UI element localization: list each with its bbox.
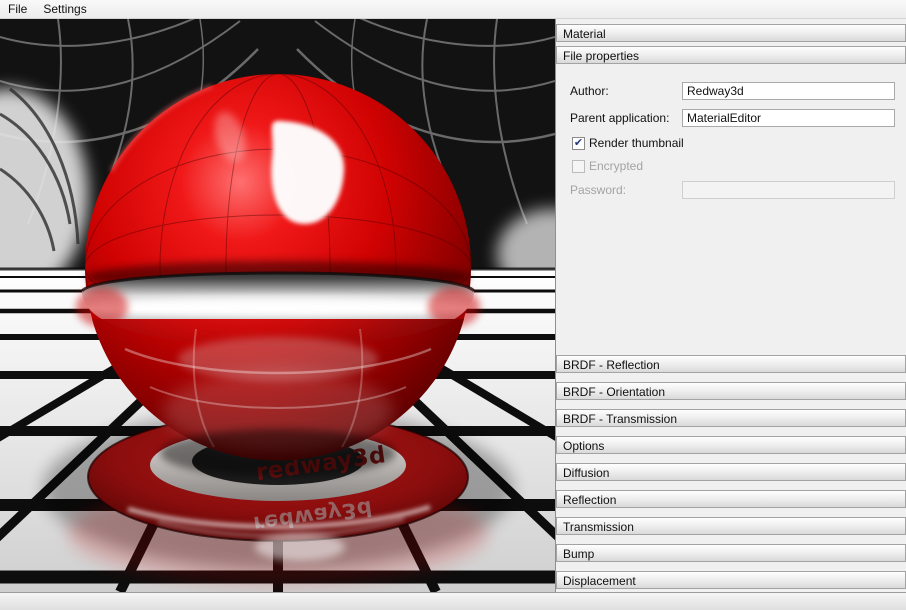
main-content: redway3d redway3d <box>0 19 906 592</box>
material-preview-render: redway3d redway3d <box>0 19 555 592</box>
password-input <box>682 181 895 199</box>
section-header-displacement[interactable]: Displacement <box>556 571 906 589</box>
menu-settings[interactable]: Settings <box>35 0 94 18</box>
material-properties-panel: Material File properties Author: Parent … <box>555 19 906 592</box>
section-header-brdf-transmission[interactable]: BRDF - Transmission <box>556 409 906 427</box>
floor-highlight <box>255 533 345 561</box>
section-header-brdf-reflection[interactable]: BRDF - Reflection <box>556 355 906 373</box>
section-header-options[interactable]: Options <box>556 436 906 454</box>
section-header-file-properties[interactable]: File properties <box>556 46 906 64</box>
parent-application-label: Parent application: <box>570 112 669 125</box>
panel-title-material[interactable]: Material <box>556 24 906 42</box>
section-header-bump[interactable]: Bump <box>556 544 906 562</box>
menu-bar: File Settings <box>0 0 906 19</box>
author-input[interactable] <box>682 82 895 100</box>
password-label: Password: <box>570 184 626 197</box>
section-header-brdf-orientation[interactable]: BRDF - Orientation <box>556 382 906 400</box>
checkbox-check-icon: ✔ <box>574 137 583 149</box>
encrypted-checkbox <box>572 160 585 173</box>
parent-application-input[interactable] <box>682 109 895 127</box>
menu-file[interactable]: File <box>0 0 35 18</box>
author-label: Author: <box>570 85 609 98</box>
render-thumbnail-checkbox[interactable]: ✔ <box>572 137 585 150</box>
section-header-diffusion[interactable]: Diffusion <box>556 463 906 481</box>
status-bar <box>0 592 906 610</box>
preview-viewport[interactable]: redway3d redway3d <box>0 19 555 592</box>
encrypted-label: Encrypted <box>589 160 643 173</box>
render-thumbnail-label: Render thumbnail <box>589 137 684 150</box>
section-header-transmission[interactable]: Transmission <box>556 517 906 535</box>
section-header-reflection[interactable]: Reflection <box>556 490 906 508</box>
